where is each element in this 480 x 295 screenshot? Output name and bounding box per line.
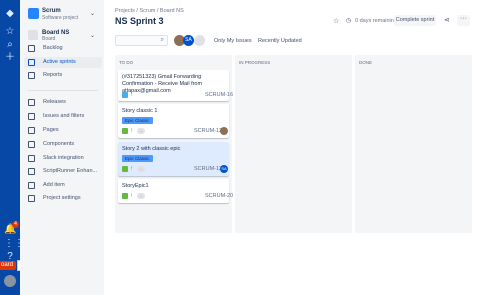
chevron-down-icon[interactable]: ⌄ xyxy=(90,10,95,17)
sidebar-item-label: Components xyxy=(43,141,75,147)
card-title: Story classic 1 xyxy=(122,108,158,114)
recently-updated-filter[interactable]: Recently Updated xyxy=(258,38,302,44)
notification-badge: 4 xyxy=(12,221,19,228)
issue-key[interactable]: SCRUM-13 xyxy=(194,166,222,172)
column-header: IN PROGRESS xyxy=(239,60,271,65)
priority-icon: ↑ xyxy=(130,128,133,134)
avatar[interactable]: SA xyxy=(183,35,194,46)
app-switcher-icon[interactable]: ⋮⋮ xyxy=(4,238,24,250)
sidebar-item-label: Reports xyxy=(43,72,63,78)
priority-icon: ↑ xyxy=(130,166,133,172)
chevron-down-icon[interactable]: ⌄ xyxy=(90,32,95,39)
releases-icon xyxy=(28,99,35,106)
sidebar-item-slack-integration[interactable]: Slack integration xyxy=(24,153,102,164)
sprint-icon xyxy=(28,59,35,66)
issue-key[interactable]: SCRUM-20 xyxy=(205,193,233,199)
epic-label: Epic Classic xyxy=(122,117,153,124)
board-pill[interactable]: oard xyxy=(0,261,16,270)
reports-icon xyxy=(28,72,35,79)
sidebar-item-reports[interactable]: Reports xyxy=(24,70,102,81)
sidebar-divider xyxy=(28,90,98,91)
add-item-icon xyxy=(28,182,35,189)
search-input[interactable]: ⌕ xyxy=(115,35,168,46)
sidebar-item-scriptrunner[interactable]: ScriptRunner Enhan... xyxy=(24,166,102,177)
story-icon xyxy=(122,193,128,199)
sidebar-item-label: Backlog xyxy=(43,45,63,51)
sidebar-item-issues-and-filters[interactable]: Issues and filters xyxy=(24,111,102,122)
column-to-do: TO DO (#317251323) Gmail Forwarding Conf… xyxy=(115,55,233,233)
sidebar-item-label: Add item xyxy=(43,182,65,188)
sidebar-item-backlog[interactable]: Backlog xyxy=(24,43,102,54)
card-title: StoryEpic1 xyxy=(122,183,149,189)
assignee-avatar: SA xyxy=(220,165,228,173)
page-title: NS Sprint 3 xyxy=(115,16,164,26)
issue-card[interactable]: (#317251323) Gmail Forwarding Confirmati… xyxy=(118,70,233,101)
priority-icon: ↑ xyxy=(130,92,133,98)
assignee-avatar xyxy=(220,127,228,135)
sidebar-item-components[interactable]: Components xyxy=(24,139,102,150)
star-icon[interactable]: ☆ xyxy=(333,17,339,25)
share-icon[interactable]: ⋖ xyxy=(444,16,450,24)
sidebar-item-label: Project settings xyxy=(43,195,81,201)
project-sidebar: Scrum Software project ⌄ Board NS Board … xyxy=(20,0,104,295)
only-my-issues-filter[interactable]: Only My Issues xyxy=(214,38,252,44)
project-name: Scrum xyxy=(42,8,61,14)
priority-icon: ↑ xyxy=(130,193,133,199)
sidebar-item-pages[interactable]: Pages xyxy=(24,125,102,136)
components-icon xyxy=(28,141,35,148)
days-remaining: 0 days remaining xyxy=(355,18,397,24)
column-header: DONE xyxy=(359,60,373,65)
sidebar-item-add-item[interactable]: Add item xyxy=(24,180,102,191)
global-navigation: ◆ ☆ ⌕ ＋ 🔔 4 ⋮⋮ ? xyxy=(0,0,24,295)
more-actions-button[interactable]: ··· xyxy=(457,15,470,26)
jira-logo-icon[interactable]: ◆ xyxy=(4,8,16,20)
complete-sprint-button[interactable]: Complete sprint xyxy=(394,15,436,26)
sidebar-item-label: Issues and filters xyxy=(43,113,85,119)
estimate-badge: - xyxy=(137,128,145,134)
column-header: TO DO xyxy=(119,60,134,65)
slack-icon xyxy=(28,155,35,162)
issue-card[interactable]: StoryEpic1 ↑ - SCRUM-20 xyxy=(118,179,233,203)
issue-card[interactable]: Story 2 with classic epic Epic Classic ↑… xyxy=(118,142,229,176)
board-subtitle: Board xyxy=(42,36,56,42)
estimate-badge: - xyxy=(137,166,145,172)
sidebar-item-label: Slack integration xyxy=(43,155,84,161)
sidebar-item-label: Active sprints xyxy=(43,59,76,65)
pages-icon xyxy=(28,127,35,134)
issue-key[interactable]: SCRUM-12 xyxy=(194,128,222,134)
search-icon[interactable]: ⌕ xyxy=(4,39,16,51)
sidebar-item-label: ScriptRunner Enhan... xyxy=(43,168,98,174)
scriptrunner-icon xyxy=(28,168,35,175)
card-title: Story 2 with classic epic xyxy=(122,146,181,152)
sidebar-item-label: Releases xyxy=(43,99,66,105)
board-icon xyxy=(28,30,38,40)
project-type: Software project xyxy=(42,15,79,21)
sidebar-item-label: Pages xyxy=(43,127,59,133)
star-icon[interactable]: ☆ xyxy=(4,26,16,38)
task-icon xyxy=(122,92,128,98)
clock-icon: ◷ xyxy=(346,18,352,24)
add-people-avatar[interactable] xyxy=(194,35,205,46)
story-icon xyxy=(122,166,128,172)
profile-avatar[interactable] xyxy=(4,275,16,287)
project-logo-icon xyxy=(28,8,39,19)
estimate-badge: - xyxy=(137,193,145,199)
issues-icon xyxy=(28,113,35,120)
sidebar-item-active-sprints[interactable]: Active sprints xyxy=(24,57,102,68)
column-in-progress: IN PROGRESS xyxy=(235,55,352,233)
column-done: DONE xyxy=(355,55,472,233)
sidebar-item-releases[interactable]: Releases xyxy=(24,97,102,108)
backlog-icon xyxy=(28,45,35,52)
create-icon[interactable]: ＋ xyxy=(4,52,16,64)
story-icon xyxy=(122,128,128,134)
issue-card[interactable]: Story classic 1 Epic Classic ↑ - SCRUM-1… xyxy=(118,104,229,138)
issue-key[interactable]: SCRUM-16 xyxy=(205,92,233,98)
sidebar-item-project-settings[interactable]: Project settings xyxy=(24,193,102,204)
settings-icon xyxy=(28,195,35,202)
search-icon: ⌕ xyxy=(160,37,164,43)
epic-label: Epic Classic xyxy=(122,155,153,162)
breadcrumb[interactable]: Projects / Scrum / Board NS xyxy=(115,8,184,14)
